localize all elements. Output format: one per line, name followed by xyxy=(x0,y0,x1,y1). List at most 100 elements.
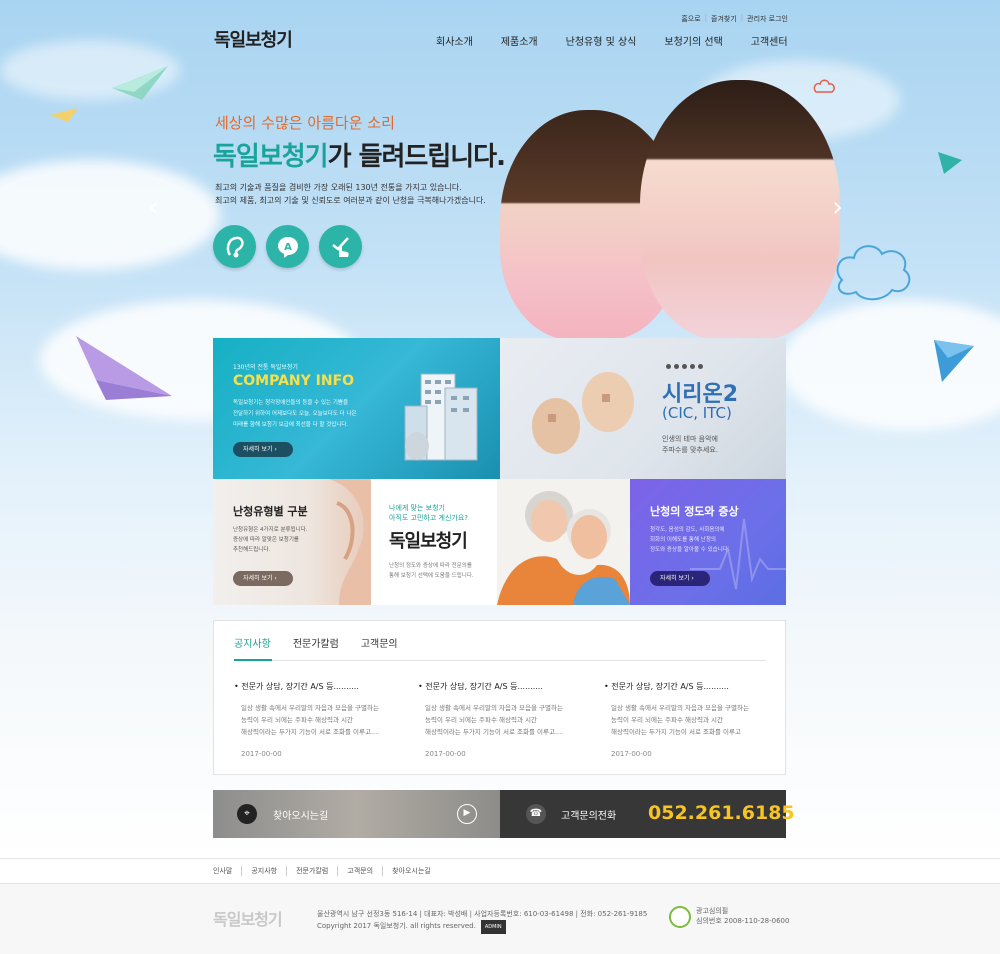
product-desc-line: 주파수를 맞추세요. xyxy=(662,446,718,454)
article-item[interactable]: • 전문가 상담, 장기간 A/S 등.......... 일상 생활 속에서 … xyxy=(604,681,764,758)
degree-description: 청각도, 음성의 감도, 사회음의에 회화의 이해도를 통해 난청의 정도와 증… xyxy=(650,525,730,555)
article-title[interactable]: • 전문가 상담, 장기간 A/S 등.......... xyxy=(604,681,764,692)
nav-customer-center[interactable]: 고객센터 xyxy=(751,33,788,48)
choose-question-line: 아직도 고민하고 계신가요? xyxy=(389,514,469,522)
excerpt-line: 일상 생활 속에서 우리말의 자음과 모음을 구별하는 xyxy=(611,704,749,712)
degree-more-button[interactable]: 자세히 보기 › xyxy=(650,571,710,586)
footer-link-directions[interactable]: 찾아오시는길 xyxy=(382,866,440,876)
article-item[interactable]: • 전문가 상담, 장기간 A/S 등.......... 일상 생활 속에서 … xyxy=(418,681,578,758)
choose-question-line: 나에게 맞는 보청기 xyxy=(389,504,445,512)
excerpt-line: 일상 생활 속에서 우리말의 자음과 모음을 구별하는 xyxy=(425,704,563,712)
nav-company[interactable]: 회사소개 xyxy=(436,33,473,48)
bookmark-link[interactable]: 즐겨찾기 xyxy=(711,14,737,24)
dot[interactable] xyxy=(674,364,679,369)
choose-title: 독일보청기 xyxy=(389,531,468,552)
choose-description: 난청의 정도와 증상에 따라 전문의를 통해 보청기 선택에 도움을 드립니다. xyxy=(389,561,474,581)
tab-notice[interactable]: 공지사항 xyxy=(234,635,271,650)
a-letter-icon[interactable]: A xyxy=(266,225,309,268)
site-logo[interactable]: 독일보청기 xyxy=(214,26,293,52)
touch-hand-icon[interactable] xyxy=(319,225,362,268)
article-date: 2017-00-00 xyxy=(241,750,282,758)
footer-nav-list: 인사말 공지사항 전문가칼럼 고객문의 찾아오시는길 xyxy=(213,866,440,876)
slide-dots xyxy=(666,364,703,369)
separator: | xyxy=(740,14,744,22)
excerpt-line: 능력이 우리 뇌에는 주파수 해상력과 시간 xyxy=(611,716,723,724)
svg-text:A: A xyxy=(284,242,292,253)
location-pin-icon: ⌖ xyxy=(237,804,257,824)
hero-title-rest: 가 들려드립니다. xyxy=(327,142,506,172)
home-link[interactable]: 홈으로 xyxy=(681,14,700,24)
hearing-loss-type-banner[interactable]: 난청유형별 구분 난청유형은 4가지로 분류됩니다. 증상에 따라 알맞은 보청… xyxy=(213,479,371,605)
building-illustration xyxy=(404,373,478,461)
phone-number[interactable]: 052.261.6185 xyxy=(648,802,795,824)
product-model: (CIC, ITC) xyxy=(662,404,732,422)
hero-desc-line: 최고의 기술과 품질을 겸비한 가장 오래된 130년 전통을 가지고 있습니다… xyxy=(215,183,462,192)
degree-desc-line: 청각도, 음성의 감도, 사회음의에 xyxy=(650,527,725,533)
hearing-degree-banner[interactable]: 난청의 정도와 증상 청각도, 음성의 감도, 사회음의에 회화의 이해도를 통… xyxy=(630,479,786,605)
dot[interactable] xyxy=(690,364,695,369)
paper-plane-icon xyxy=(938,152,962,174)
nav-selection[interactable]: 보청기의 선택 xyxy=(664,33,722,48)
button-label: 자세히 보기 xyxy=(660,575,690,582)
nav-products[interactable]: 제품소개 xyxy=(501,33,538,48)
excerpt-line: 능력이 우리 뇌에는 주파수 해상력과 시간 xyxy=(425,716,537,724)
children-photo xyxy=(500,80,840,340)
footer-link-greeting[interactable]: 인사말 xyxy=(213,866,241,876)
company-info-banner[interactable]: 130년의 전통 독일보청기 COMPANY INFO 독일보청기는 청각장애인… xyxy=(213,338,500,479)
hearing-aid-icon[interactable] xyxy=(213,225,256,268)
type-desc-line: 증상에 따라 알맞은 보청기를 xyxy=(233,537,299,543)
article-title[interactable]: • 전문가 상담, 장기간 A/S 등.......... xyxy=(418,681,578,692)
article-title-text: 전문가 상담, 장기간 A/S 등.......... xyxy=(425,682,543,691)
excerpt-line: 능력이 우리 뇌에는 주파수 해상력과 시간 xyxy=(241,716,353,724)
hero-icon-group: A xyxy=(213,225,362,268)
degree-desc-line: 정도와 증상을 알아볼 수 있습니다. xyxy=(650,547,730,553)
footer-link-column[interactable]: 전문가칼럼 xyxy=(286,866,337,876)
paper-plane-icon xyxy=(112,66,168,100)
excerpt-line: 해상력이라는 두가지 기능이 서로 조화를 이루고.... xyxy=(241,728,380,736)
company-desc-line: 독일보청기는 청각장애인들의 등을 수 있는 기쁨을 xyxy=(233,400,349,406)
admin-button[interactable]: ADMIN xyxy=(480,920,506,934)
article-title[interactable]: • 전문가 상담, 장기간 A/S 등.......... xyxy=(234,681,394,692)
main-navigation: 회사소개 제품소개 난청유형 및 상식 보청기의 선택 고객센터 xyxy=(436,33,788,48)
tab-active-indicator xyxy=(234,659,272,661)
hero-title: 독일보청기가 들려드립니다. xyxy=(213,136,506,173)
directions-banner[interactable]: ⌖ 찾아오시는길 ▶ xyxy=(213,790,500,838)
tab-expert-column[interactable]: 전문가칼럼 xyxy=(293,635,339,650)
tab-customer-inquiry[interactable]: 고객문의 xyxy=(361,635,398,650)
admin-login-link[interactable]: 관리자 로그인 xyxy=(747,14,788,24)
dot[interactable] xyxy=(698,364,703,369)
choose-hearing-aid-banner[interactable]: 나에게 맞는 보청기 아직도 고민하고 계신가요? 독일보청기 난청의 정도와 … xyxy=(371,479,630,605)
hearing-aid-product-image xyxy=(532,372,634,454)
article-title-text: 전문가 상담, 장기간 A/S 등.......... xyxy=(611,682,729,691)
product-desc-line: 인생의 테마 음악에 xyxy=(662,435,718,443)
product-description: 인생의 테마 음악에 주파수를 맞추세요. xyxy=(662,434,718,456)
child-right xyxy=(640,80,840,340)
review-seal-icon xyxy=(669,906,691,928)
company-more-button[interactable]: 자세히 보기 › xyxy=(233,442,293,457)
separator: | xyxy=(704,14,707,22)
dot[interactable] xyxy=(682,364,687,369)
type-desc-line: 추천해드립니다. xyxy=(233,547,271,553)
dot[interactable] xyxy=(666,364,671,369)
hero-subtitle: 세상의 수많은 아름다운 소리 xyxy=(215,114,395,132)
slide-next-arrow[interactable]: › xyxy=(832,190,843,223)
footer-link-notice[interactable]: 공지사항 xyxy=(241,866,286,876)
play-arrow-icon[interactable]: ▶ xyxy=(457,804,477,824)
slide-prev-arrow[interactable]: ‹ xyxy=(148,190,159,223)
type-more-button[interactable]: 자세히 보기 › xyxy=(233,571,293,586)
type-desc-line: 난청유형은 4가지로 분류됩니다. xyxy=(233,527,308,533)
choose-question: 나에게 맞는 보청기 아직도 고민하고 계신가요? xyxy=(389,503,468,523)
board-section: 공지사항 전문가칼럼 고객문의 • 전문가 상담, 장기간 A/S 등.....… xyxy=(213,620,786,775)
nav-hearing-loss[interactable]: 난청유형 및 상식 xyxy=(566,33,637,48)
footer-link-inquiry[interactable]: 고객문의 xyxy=(337,866,382,876)
footer-navigation: 인사말 공지사항 전문가칼럼 고객문의 찾아오시는길 xyxy=(0,858,1000,884)
paper-plane-icon xyxy=(76,336,172,400)
phone-banner[interactable]: ☎ 고객문의전화 052.261.6185 xyxy=(500,790,795,838)
product-sirion-banner[interactable]: 시리온2 (CIC, ITC) 인생의 테마 음악에 주파수를 맞추세요. xyxy=(500,338,786,479)
footer: 독일보청기 울산광역시 남구 선정3동 516-14 | 대표자: 박성배 | … xyxy=(0,884,1000,954)
button-label: 자세히 보기 xyxy=(243,575,273,582)
degree-desc-line: 회화의 이해도를 통해 난청의 xyxy=(650,537,716,543)
article-item[interactable]: • 전문가 상담, 장기간 A/S 등.......... 일상 생활 속에서 … xyxy=(234,681,394,758)
company-desc-line: 미래를 향해 보청기 보급에 최선을 다 할 것입니다. xyxy=(233,422,349,428)
choose-desc-line: 통해 보청기 선택에 도움을 드립니다. xyxy=(389,573,474,579)
